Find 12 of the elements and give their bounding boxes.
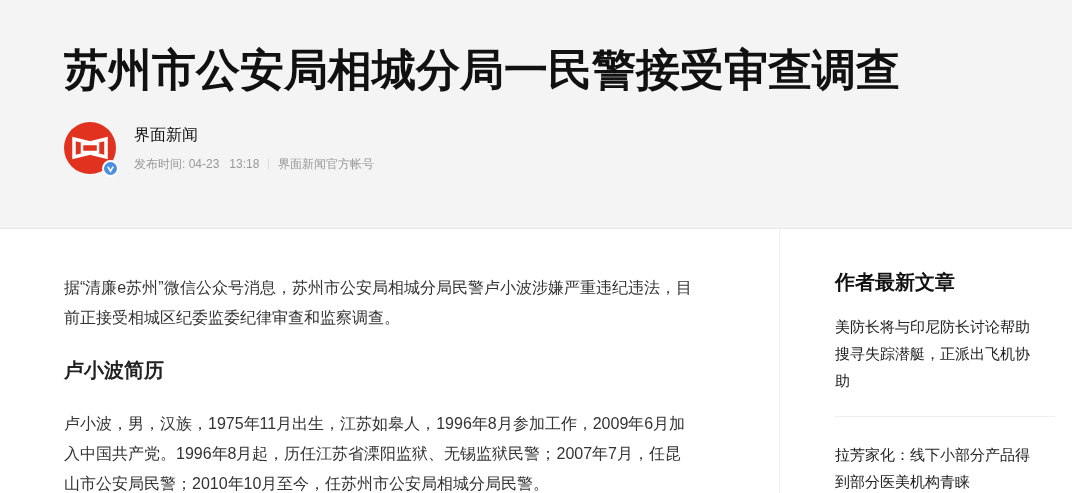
article-paragraph: 据“清廉e苏州”微信公众号消息，苏州市公安局相城分局民警卢小波涉嫌严重违纪违法，目前正接受相城区纪委监委纪律审查和监察调查。 [64, 278, 693, 328]
author-name[interactable]: 界面新闻 [134, 123, 375, 147]
logo-icon [64, 122, 116, 174]
publish-time: 13:18 [229, 156, 260, 173]
section-heading: 卢小波简历 [64, 358, 165, 383]
publish-date: 发布时间: 04-23 [134, 156, 220, 173]
article-link[interactable]: 拉芳家化：线下小部分产品得到部分医美机构青睐 [835, 441, 1055, 493]
sidebar-title: 作者最新文章 [835, 270, 956, 295]
headline: 苏州市公安局相城分局一民警接受审查调查 [64, 44, 901, 96]
account-type: 界面新闻官方帐号 [278, 156, 375, 173]
article-link[interactable]: 美防长将与印尼防长讨论帮助搜寻失踪潜艇，正派出飞机协助 [835, 313, 1055, 394]
article-paragraph: 卢小波，男，汉族，1975年11月出生，江苏如皋人，1996年8月参加工作，2009年6月加入中国共产党。1996年8月起，历任江苏省溧阳监狱、无锡监狱民警；2007年7月，任昆山市公安局民警；2010年10月至今，任苏州市公安局相城分局民警。 [64, 414, 687, 493]
